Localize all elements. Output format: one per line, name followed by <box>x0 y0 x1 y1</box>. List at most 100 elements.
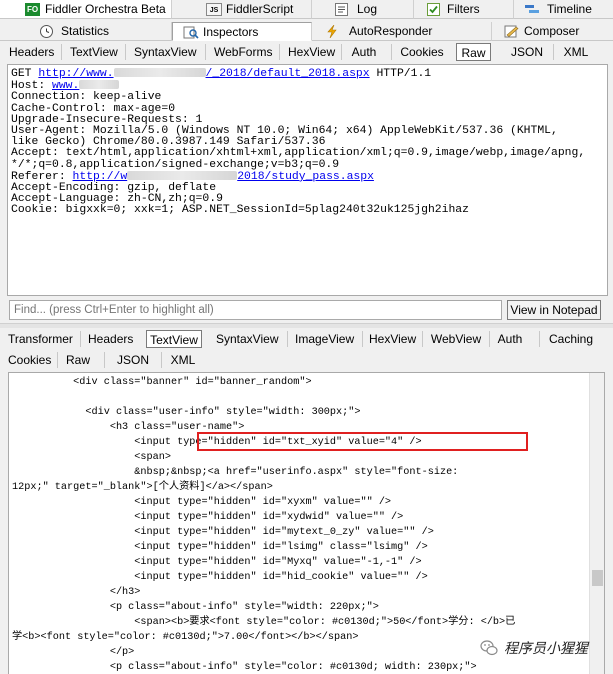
response-textview-pane[interactable]: <div class="banner" id="banner_random"> … <box>8 372 605 674</box>
line-text: <p class="about-info" style="width: 220p… <box>109 602 379 613</box>
tab-filters[interactable]: Filters <box>414 0 514 19</box>
top-tab-row-1: FO Fiddler Orchestra Beta JS FiddlerScri… <box>0 0 613 19</box>
response-line: 12px;" target="_blank">[个人资料]</a></span> <box>12 481 273 495</box>
response-line: <input type="hidden" id="mytext_0_zy" va… <box>12 526 434 540</box>
response-line: </h3> <box>12 586 141 600</box>
response-tab-imageview[interactable]: ImageView <box>295 330 354 348</box>
request-raw-pane[interactable]: GET http://www./_2018/default_2018.aspx … <box>7 64 608 296</box>
host-link[interactable]: www. <box>52 80 120 92</box>
response-line: <p class="about-info" style="color: #c01… <box>12 661 477 674</box>
highlight-box <box>197 432 528 451</box>
response-tab-webview[interactable]: WebView <box>430 330 482 348</box>
script-js-icon: JS <box>206 3 222 16</box>
tab-label: Log <box>357 2 378 16</box>
request-raw-text: GET http://www./_2018/default_2018.aspx … <box>11 68 586 217</box>
response-tab-caching[interactable]: Caching <box>548 330 594 348</box>
line-text: <p class="about-info" style="color: #c01… <box>109 662 477 673</box>
request-tab-syntaxview[interactable]: SyntaxView <box>134 43 196 61</box>
tab-statistics[interactable]: Statistics <box>0 22 172 41</box>
response-line: 学<b><font style="color: #c0130d;">7.00</… <box>12 631 358 645</box>
tab-timeline[interactable]: Timeline <box>514 0 613 19</box>
tab-composer[interactable]: Composer <box>492 22 613 41</box>
inspectors-icon <box>183 26 199 39</box>
line-text: </h3> <box>109 587 141 598</box>
redacted-blur <box>113 68 206 77</box>
response-line: <input type="hidden" id="hid_cookie" val… <box>12 571 427 585</box>
response-tab-syntaxview[interactable]: SyntaxView <box>216 330 278 348</box>
response-tab-hexview[interactable]: HexView <box>369 330 416 348</box>
line-text: &nbsp;&nbsp;<a href="userinfo.aspx" styl… <box>134 467 459 478</box>
response-tab-headers[interactable]: Headers <box>88 330 133 348</box>
log-icon <box>335 3 348 16</box>
response-line: <span><b>要求<font style="color: #c0130d;"… <box>12 616 515 630</box>
request-tab-json[interactable]: JSON <box>510 43 544 61</box>
request-tab-raw[interactable]: Raw <box>456 43 491 61</box>
find-input[interactable] <box>9 300 502 320</box>
response-tab-cookies[interactable]: Cookies <box>8 351 51 369</box>
line-text: 学<b><font style="color: #c0130d;">7.00</… <box>12 632 359 643</box>
response-line: </p> <box>12 646 134 660</box>
scrollbar-thumb[interactable] <box>592 570 603 586</box>
line-text: 12px;" target="_blank">[个人资料]</a></span> <box>12 482 273 493</box>
line-text: <input type="hidden" id="mytext_0_zy" va… <box>134 527 434 538</box>
timeline-icon <box>524 3 540 16</box>
response-line: <div class="user-info" style="width: 300… <box>12 406 360 420</box>
tab-label: Filters <box>447 2 480 16</box>
tab-label: Timeline <box>547 2 592 16</box>
tab-fiddlerscript[interactable]: JS FiddlerScript <box>172 0 312 19</box>
watermark-text: 程序员小猩猩 <box>504 641 588 657</box>
line-text: <span> <box>134 452 171 463</box>
tab-label: Composer <box>524 24 580 38</box>
request-tab-strip: Headers TextView SyntaxView WebForms Hex… <box>0 41 613 63</box>
line-text: <div class="banner" id="banner_random"> <box>73 377 312 388</box>
vertical-scrollbar[interactable] <box>589 373 604 674</box>
response-line: <span> <box>12 451 171 465</box>
top-tab-row-2: Statistics Inspectors AutoResponder Comp… <box>0 22 613 41</box>
response-tab-auth[interactable]: Auth <box>496 330 524 348</box>
checkbox-icon <box>427 3 440 16</box>
response-tab-strip-1: Transformer Headers TextView SyntaxView … <box>0 328 613 350</box>
request-tab-cookies[interactable]: Cookies <box>400 43 444 61</box>
request-tab-webforms[interactable]: WebForms <box>214 43 272 61</box>
response-tab-json[interactable]: JSON <box>117 351 149 369</box>
redacted-blur <box>127 170 238 180</box>
request-tab-hexview[interactable]: HexView <box>288 43 335 61</box>
redacted-blur <box>79 80 120 90</box>
request-tab-xml[interactable]: XML <box>562 43 590 61</box>
composer-icon <box>504 25 519 38</box>
request-url-link[interactable]: http://www./_2018/default_2018.aspx <box>38 68 370 80</box>
request-method: GET <box>11 68 39 80</box>
tab-label: Fiddler Orchestra Beta <box>45 2 166 16</box>
tab-autoresponder[interactable]: AutoResponder <box>312 22 492 41</box>
tab-log[interactable]: Log <box>312 0 414 19</box>
line-text: <input type="hidden" id="lsimg" class="l… <box>134 542 428 553</box>
tab-inspectors[interactable]: Inspectors <box>172 22 312 41</box>
request-tab-headers[interactable]: Headers <box>9 43 54 61</box>
response-tab-strip-2: Cookies Raw JSON XML <box>0 349 613 371</box>
referer-link[interactable]: http://w 2018/study_pass.aspx <box>73 170 374 183</box>
response-tab-transformer[interactable]: Transformer <box>8 330 73 348</box>
line-text: <div class="user-info" style="width: 300… <box>85 407 361 418</box>
request-tab-textview[interactable]: TextView <box>70 43 118 61</box>
tab-label: FiddlerScript <box>226 2 294 16</box>
tab-label: AutoResponder <box>349 24 433 38</box>
tab-fiddler-orchestra[interactable]: FO Fiddler Orchestra Beta <box>0 0 172 19</box>
request-tab-auth[interactable]: Auth <box>350 43 378 61</box>
response-tab-textview[interactable]: TextView <box>146 330 202 348</box>
response-tab-xml[interactable]: XML <box>170 351 196 369</box>
response-tab-raw[interactable]: Raw <box>65 351 91 369</box>
response-line: &nbsp;&nbsp;<a href="userinfo.aspx" styl… <box>12 466 458 480</box>
view-in-notepad-button[interactable]: View in Notepad <box>507 300 601 320</box>
tab-label: Inspectors <box>203 25 259 39</box>
